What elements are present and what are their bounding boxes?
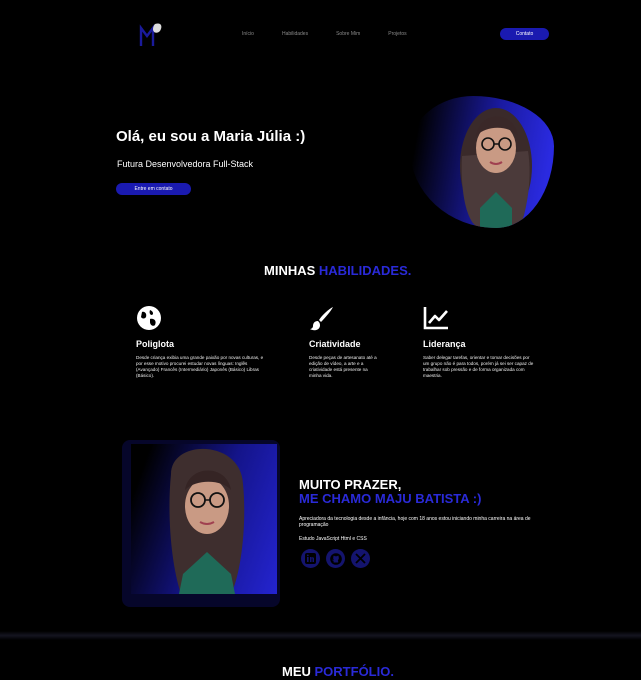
top-nav: Início Habilidades Sobre Mim Projetos Co… — [0, 18, 641, 52]
skill-description: Saber delegar tarefas, orientar e tomar … — [423, 355, 534, 378]
x-icon — [355, 553, 366, 564]
linkedin-button[interactable] — [301, 549, 320, 568]
globe-icon — [137, 306, 161, 330]
nav-link-sobre-mim[interactable]: Sobre Mim — [336, 31, 360, 37]
portfolio-title-accent: PORTFÓLIO. — [314, 664, 394, 679]
github-button[interactable] — [326, 549, 345, 568]
skill-card-criatividade: Criatividade Desde peças de artesanato a… — [309, 305, 381, 379]
about-photo-card — [122, 440, 280, 607]
hero-subtitle: Futura Desenvolvedora Full-Stack — [117, 159, 254, 169]
nav-link-habilidades[interactable]: Habilidades — [282, 31, 308, 37]
section-divider — [0, 631, 641, 640]
portfolio-title-white: MEU — [282, 664, 311, 679]
x-twitter-button[interactable] — [351, 549, 370, 568]
chart-line-icon — [423, 307, 448, 330]
github-icon — [329, 552, 342, 565]
hero-title: Olá, eu sou a Maria Júlia :) — [116, 128, 306, 145]
nav-link-projetos[interactable]: Projetos — [388, 31, 406, 37]
logo[interactable] — [138, 20, 164, 48]
nav-link-inicio[interactable]: Início — [242, 31, 254, 37]
nav-links: Início Habilidades Sobre Mim Projetos — [242, 31, 435, 37]
skill-name: Liderança — [423, 339, 466, 349]
skill-card-lideranca: Liderança Saber delegar tarefas, orienta… — [423, 305, 535, 379]
skills-title-white: MINHAS — [264, 263, 316, 278]
skill-name: Poliglota — [136, 339, 174, 349]
get-in-touch-button[interactable]: Entre em contato — [116, 183, 191, 195]
skill-card-poliglota: Poliglota Desde criança exibia uma grand… — [136, 305, 264, 379]
about-paragraph: Apreciadora da tecnologia desde a infânc… — [299, 516, 531, 528]
about-heading-line2: ME CHAMO MAJU BATISTA :) — [299, 491, 482, 506]
paintbrush-icon — [310, 307, 333, 331]
skill-name: Criatividade — [309, 339, 361, 349]
skill-description: Desde criança exibia uma grande paixão p… — [136, 355, 264, 378]
linkedin-icon — [305, 553, 316, 564]
skills-section-title: MINHAS HABILIDADES. — [264, 263, 411, 278]
about-profile-photo — [131, 444, 277, 594]
about-studying-text: Estudo JavaScript Html e CSS — [299, 536, 367, 542]
contact-button[interactable]: Contato — [500, 28, 549, 40]
skills-title-accent: HABILIDADES. — [318, 263, 412, 278]
about-heading-line1: MUITO PRAZER, — [299, 477, 402, 492]
skill-description: Desde peças de artesanato até a edição d… — [309, 355, 377, 378]
portfolio-section-title: MEU PORTFÓLIO. — [282, 664, 394, 679]
hero-profile-photo — [410, 96, 554, 228]
